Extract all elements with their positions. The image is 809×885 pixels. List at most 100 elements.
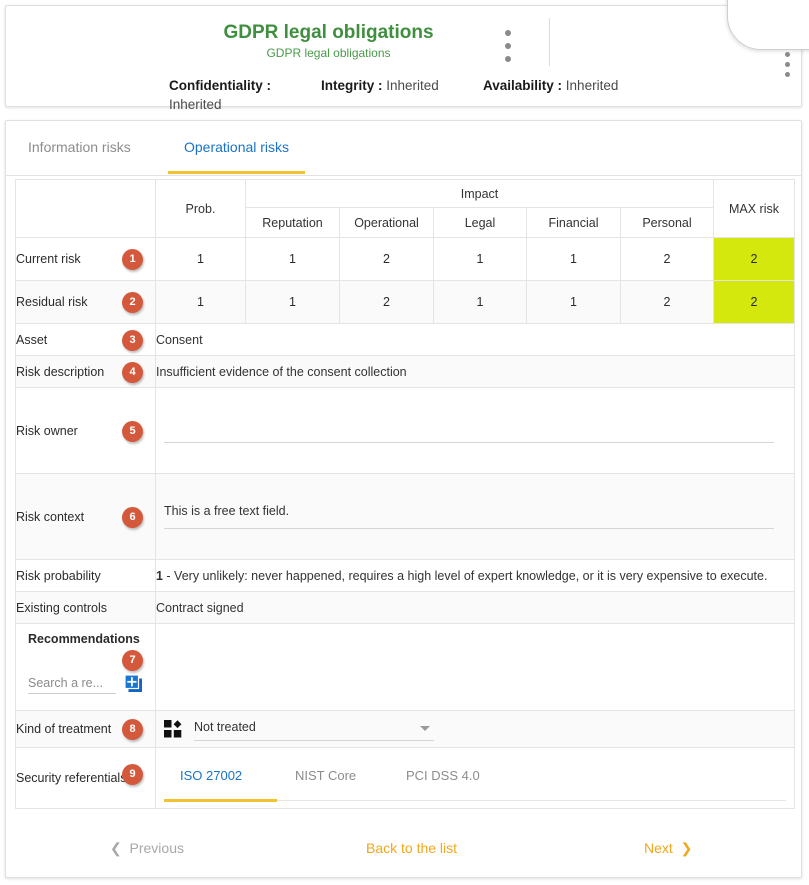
kind-of-treatment-selected-value: Not treated [194,720,256,734]
cell-residual-operational: 2 [339,280,434,324]
integrity-label: Integrity : [321,78,383,93]
security-referentials-cell: ISO 27002 NIST Core PCI DSS 4.0 [155,747,795,809]
tab-label: Operational risks [184,139,290,155]
cell-current-operational: 2 [339,237,434,281]
table-row-existing-controls: Existing controls Contract signed [15,591,795,624]
tab-iso-27002[interactable]: ISO 27002 [180,768,242,783]
confidentiality-value: Inherited [169,97,222,112]
cell-residual-reputation: 1 [245,280,340,324]
risk-context-input[interactable]: This is a free text field. [164,504,774,529]
tab-label: NIST Core [295,768,357,783]
chevron-left-icon: ❮ [110,840,122,856]
search-recommendation-input[interactable]: Search a re... [28,676,116,694]
row-label-current-risk: Current risk 1 [15,237,156,281]
risk-owner-input[interactable] [164,418,774,443]
row-label-text: Risk owner [16,423,78,438]
previous-button[interactable]: ❮ Previous [110,840,184,857]
row-label-risk-owner: Risk owner 5 [15,387,156,474]
row-label-risk-context: Risk context 6 [15,473,156,560]
tab-nist-core[interactable]: NIST Core [295,768,356,783]
table-row-asset: Asset 3 Consent [15,323,795,356]
next-label: Next [644,840,673,856]
cell-current-financial: 1 [526,237,621,281]
page-title: GDPR legal obligations [223,22,434,43]
security-referentials-tabs: ISO 27002 NIST Core PCI DSS 4.0 [156,748,794,808]
risk-probability-text: - Very unlikely: never happened, require… [162,568,768,583]
page-subtitle: GDPR legal obligations [266,46,391,60]
value-recommendations-list [155,623,795,711]
column-header-impact: Impact [245,179,714,208]
table-row-recommendations: Recommendations 7 Search a re... [15,623,795,711]
table-row-kind-of-treatment: Kind of treatment 8 Not treated [15,710,795,748]
tab-label: ISO 27002 [180,768,243,783]
availability-item: Availability : Inherited [483,76,618,95]
row-label-text: Security referentials [16,771,127,785]
header-more-vertical-icon[interactable] [505,30,511,69]
row-label-text: Current risk [16,252,81,266]
column-header-reputation: Reputation [245,207,340,238]
step-badge-5: 5 [122,420,143,442]
next-button[interactable]: Next ❯ [644,840,692,857]
dot [785,52,790,57]
column-header-operational: Operational [339,207,434,238]
risk-details-table: Prob. Impact MAX risk Reputation Operati… [15,179,795,809]
cell-current-reputation: 1 [245,237,340,281]
corner-more-vertical-icon[interactable] [785,52,791,82]
table-row-residual-risk: Residual risk 2 1 1 2 1 1 2 2 [15,280,795,324]
header-divider [549,18,550,66]
dot [505,56,511,62]
column-header-prob: Prob. [155,179,246,238]
kind-of-treatment-cell: Not treated [155,710,795,748]
row-label-security-referentials: Security referentials 9 [15,747,156,809]
table-row-risk-context: Risk context 6 This is a free text field… [15,473,795,560]
step-badge-8: 8 [122,719,143,740]
cell-residual-financial: 1 [526,280,621,324]
row-label-text: Risk context [16,509,85,524]
row-label-residual-risk: Residual risk 2 [15,280,156,324]
step-badge-6: 6 [122,506,143,528]
value-existing-controls: Contract signed [155,591,795,624]
header-title-block: GDPR legal obligations GDPR legal obliga… [166,22,491,61]
table-row-risk-owner: Risk owner 5 [15,387,795,474]
chevron-down-icon [420,726,430,731]
row-label-text: Risk probability [16,568,101,583]
footer-navigation: ❮ Previous Back to the list Next ❯ [6,820,801,877]
tab-information-risks[interactable]: Information risks [28,139,131,155]
step-badge-9: 9 [122,764,143,785]
confidentiality-label: Confidentiality : [169,78,271,93]
row-label-risk-probability: Risk probability [15,559,156,592]
cell-residual-prob: 1 [155,280,246,324]
step-badge-2: 2 [122,292,143,313]
cell-current-max-risk: 2 [713,237,795,281]
risk-owner-field-wrap [156,418,794,443]
risk-probability-level: 1 [156,568,163,583]
add-to-queue-svg [124,674,142,692]
column-header-legal: Legal [433,207,527,238]
step-badge-1: 1 [122,249,143,270]
row-label-text: Existing controls [16,600,108,615]
step-badge-7: 7 [122,650,143,671]
tab-pci-dss-4-0[interactable]: PCI DSS 4.0 [406,768,480,783]
back-to-list-button[interactable]: Back to the list [366,840,457,856]
dot [505,30,511,36]
cell-residual-max-risk: 2 [713,280,795,324]
row-label-text: Residual risk [16,295,88,309]
chevron-right-icon: ❯ [680,840,693,856]
active-tab-underline [168,171,306,174]
row-label-kind-of-treatment: Kind of treatment 8 [15,710,156,748]
availability-value: Inherited [565,78,619,93]
dot [785,62,790,67]
availability-label: Availability : [483,78,563,93]
security-active-tab-underline [164,799,277,802]
row-label-existing-controls: Existing controls [15,591,156,624]
cell-residual-legal: 1 [433,280,527,324]
tab-operational-risks[interactable]: Operational risks [168,139,306,174]
kind-of-treatment-select[interactable]: Not treated [194,717,434,741]
back-to-list-label: Back to the list [366,840,458,856]
add-to-queue-icon[interactable] [124,674,144,694]
value-risk-owner-cell [155,387,795,474]
row-label-recommendations: Recommendations 7 Search a re... [15,623,156,711]
column-header-max-risk: MAX risk [713,179,795,238]
table-row-security-referentials: Security referentials 9 ISO 27002 NIST C… [15,747,795,809]
table-row-risk-probability: Risk probability 1 - Very unlikely: neve… [15,559,795,592]
